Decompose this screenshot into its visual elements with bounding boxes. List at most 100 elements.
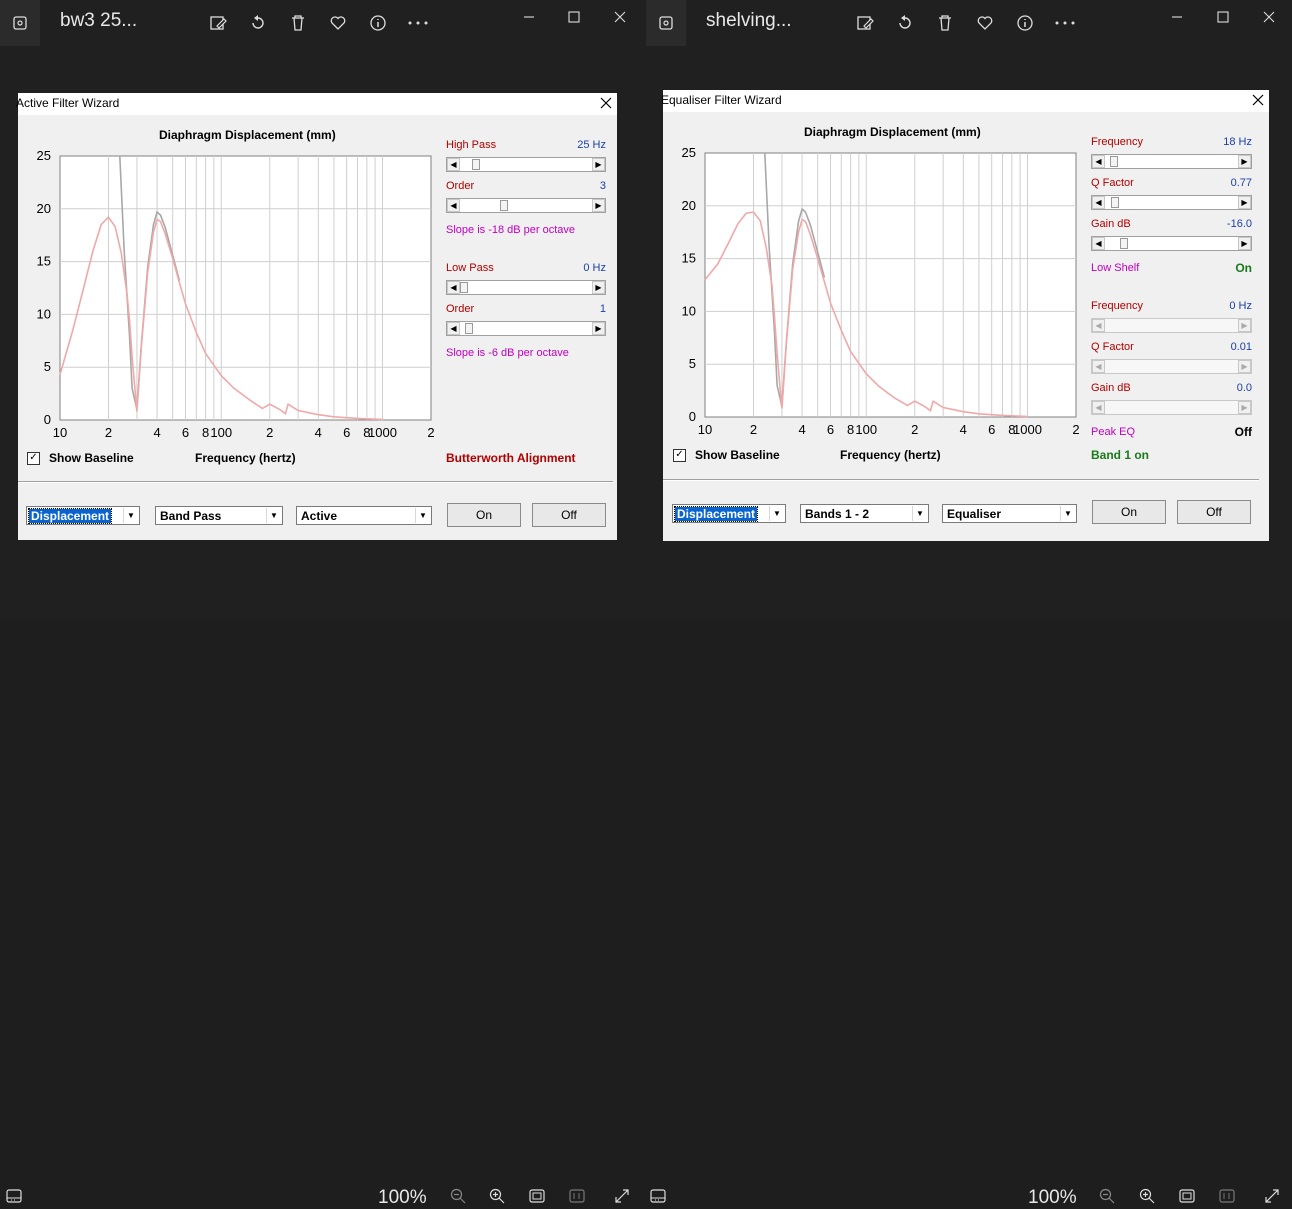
filmstrip-icon[interactable]	[649, 1188, 667, 1204]
dropdown-arrow-icon[interactable]: ▼	[415, 508, 430, 523]
filter-type-combo[interactable]: Band Pass ▼	[155, 506, 283, 525]
viewer-toolbar: shelving...	[646, 0, 1292, 46]
dialog-close-icon[interactable]	[597, 94, 615, 112]
x-tick-label: 2	[750, 422, 757, 437]
slider-thumb[interactable]	[500, 200, 508, 211]
favorite-heart-icon[interactable]	[327, 12, 349, 34]
maximize-icon[interactable]	[563, 6, 585, 28]
y-tick-label: 25	[682, 145, 696, 160]
zoom-level: 100%	[378, 1187, 427, 1208]
lp-order-slider[interactable]: ◀ ▶	[446, 321, 606, 336]
zoom-in-icon[interactable]	[488, 1188, 506, 1204]
slider-thumb[interactable]	[465, 323, 473, 334]
plot-type-combo[interactable]: Displacement ▼	[672, 504, 786, 523]
info-icon[interactable]	[1014, 12, 1036, 34]
x-tick-label: 4	[153, 425, 160, 440]
edit-image-icon[interactable]	[207, 12, 229, 34]
y-tick-label: 10	[37, 306, 51, 321]
combo-value: Displacement	[673, 506, 759, 522]
displacement-chart: 252015105010 2 4 6 8 100 2 4 6 81000 2	[37, 148, 435, 440]
active-filter-wizard-dialog: Active Filter Wizard Diaphragm Displacem…	[16, 93, 617, 540]
slider-thumb[interactable]	[472, 159, 480, 170]
dialog-title: Active Filter Wizard	[16, 96, 120, 110]
image-title: bw3 25...	[60, 10, 138, 31]
dropdown-arrow-icon[interactable]: ▼	[769, 506, 784, 521]
combo-value: Bands 1 - 2	[805, 507, 870, 521]
actual-size-icon[interactable]	[1218, 1188, 1236, 1204]
gain-1-slider[interactable]: ◀ ▶	[1091, 236, 1252, 251]
hp-order-slider[interactable]: ◀ ▶	[446, 198, 606, 213]
dropdown-arrow-icon[interactable]: ▼	[912, 506, 927, 521]
frequency-1-slider[interactable]: ◀ ▶	[1091, 154, 1252, 169]
dropdown-arrow-icon[interactable]: ▼	[1060, 506, 1075, 521]
fit-to-window-icon[interactable]	[1178, 1188, 1196, 1204]
show-baseline-checkbox[interactable]: ✓	[673, 449, 686, 462]
plot-type-combo[interactable]: Displacement ▼	[26, 506, 140, 525]
dropdown-arrow-icon[interactable]: ▼	[266, 508, 281, 523]
bands-combo[interactable]: Bands 1 - 2 ▼	[800, 504, 929, 523]
x-tick-label: 1000	[1013, 422, 1042, 437]
off-button[interactable]: Off	[532, 503, 606, 527]
delete-icon[interactable]	[934, 12, 956, 34]
high-pass-slider[interactable]: ◀ ▶	[446, 157, 606, 172]
close-window-icon[interactable]	[1258, 6, 1280, 28]
peak-eq-label: Peak EQ	[1091, 426, 1136, 438]
dropdown-arrow-icon[interactable]: ▼	[123, 508, 138, 523]
favorite-heart-icon[interactable]	[974, 12, 996, 34]
dialog-close-icon[interactable]	[1249, 91, 1267, 109]
slider-thumb[interactable]	[1110, 156, 1118, 167]
frequency-2-slider[interactable]: ◀ ▶	[1091, 318, 1252, 333]
zoom-out-icon[interactable]	[449, 1188, 467, 1204]
zoom-out-icon[interactable]	[1098, 1188, 1116, 1204]
maximize-icon[interactable]	[1212, 6, 1234, 28]
on-button[interactable]: On	[1092, 500, 1166, 524]
low-pass-slider[interactable]: ◀ ▶	[446, 280, 606, 295]
minimize-icon[interactable]	[518, 6, 540, 28]
show-baseline-checkbox[interactable]: ✓	[27, 452, 40, 465]
zoom-level: 100%	[1028, 1187, 1077, 1208]
rotate-icon[interactable]	[894, 12, 916, 34]
rotate-icon[interactable]	[247, 12, 269, 34]
peak-eq-state[interactable]: Off	[1218, 425, 1252, 439]
x-tick-label: 10	[698, 422, 712, 437]
close-window-icon[interactable]	[609, 6, 631, 28]
combo-value: Equaliser	[947, 507, 1002, 521]
more-options-icon[interactable]	[1054, 12, 1076, 34]
gain-2-value: 0.0	[1236, 382, 1252, 394]
photos-app-icon[interactable]	[0, 0, 40, 46]
info-icon[interactable]	[367, 12, 389, 34]
fullscreen-icon[interactable]	[613, 1188, 631, 1204]
low-shelf-state[interactable]: On	[1223, 261, 1252, 275]
q-factor-1-slider[interactable]: ◀ ▶	[1091, 195, 1252, 210]
viewer-statusbar: 100%	[0, 590, 646, 1208]
fullscreen-icon[interactable]	[1263, 1188, 1281, 1204]
slider-thumb[interactable]	[1111, 197, 1119, 208]
zoom-in-icon[interactable]	[1138, 1188, 1156, 1204]
off-button[interactable]: Off	[1177, 500, 1251, 524]
gain-1-value: -16.0	[1226, 218, 1252, 230]
y-tick-label: 20	[682, 198, 696, 213]
actual-size-icon[interactable]	[568, 1188, 586, 1204]
x-tick-label: 100	[210, 425, 232, 440]
minimize-icon[interactable]	[1166, 6, 1188, 28]
frequency-1-label: Frequency	[1091, 136, 1143, 148]
edit-image-icon[interactable]	[854, 12, 876, 34]
combo-value: Active	[301, 509, 338, 523]
photos-app-icon[interactable]	[646, 0, 686, 46]
fit-to-window-icon[interactable]	[528, 1188, 546, 1204]
gain-2-slider[interactable]: ◀ ▶	[1091, 400, 1252, 415]
slider-thumb[interactable]	[1120, 238, 1128, 249]
photo-viewer-left: bw3 25... 100% Active Filter Wizard Diap…	[0, 0, 646, 1208]
delete-icon[interactable]	[287, 12, 309, 34]
dialog-titlebar: Equaliser Filter Wizard	[661, 90, 1269, 112]
x-tick-label: 6	[988, 422, 995, 437]
slider-thumb[interactable]	[460, 282, 468, 293]
filter-mode-combo[interactable]: Active ▼	[296, 506, 432, 525]
more-options-icon[interactable]	[407, 12, 429, 34]
x-tick-label: 4	[798, 422, 805, 437]
on-button[interactable]: On	[447, 503, 521, 527]
filter-mode-combo[interactable]: Equaliser ▼	[942, 504, 1077, 523]
q-factor-2-slider[interactable]: ◀ ▶	[1091, 359, 1252, 374]
filmstrip-icon[interactable]	[5, 1188, 23, 1204]
lp-slope-text: Slope is -6 dB per octave	[446, 347, 569, 359]
